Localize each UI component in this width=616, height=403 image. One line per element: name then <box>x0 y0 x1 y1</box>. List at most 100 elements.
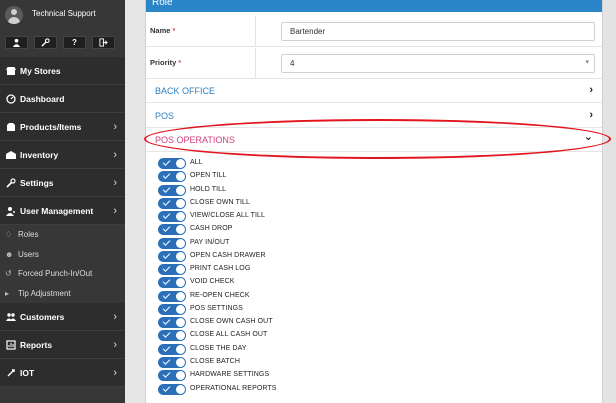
sidebar-item-label: Products/Items <box>20 121 82 132</box>
chevron-right-icon: › <box>589 109 593 121</box>
user-icon: ☻ <box>5 249 14 259</box>
tip-icon: ▸ <box>5 288 10 298</box>
sidebar-subitem-tip-adjustment[interactable]: ▸ Tip Adjustment <box>0 283 125 303</box>
sidebar-subitem-roles[interactable]: ♢ Roles <box>0 225 125 245</box>
section-pos[interactable]: POS › <box>146 104 602 128</box>
permission-toggle[interactable] <box>158 356 186 368</box>
sidebar-item-label: Customers <box>20 311 65 322</box>
permission-toggle[interactable] <box>158 383 186 395</box>
permission-item: OPEN CASH DRAWER <box>146 250 602 263</box>
field-divider <box>255 16 256 47</box>
sidebar-nav: My Stores Dashboard Products/Items › Inv… <box>0 57 125 387</box>
permission-item: CLOSE ALL CASH OUT <box>146 329 602 342</box>
permission-toggle[interactable] <box>158 277 186 289</box>
sidebar-subitem-label: Roles <box>18 230 39 240</box>
name-row: Name * Bartender <box>146 16 602 47</box>
permission-toggle[interactable] <box>158 224 186 236</box>
tools-button[interactable] <box>34 36 57 49</box>
permission-toggle[interactable] <box>158 158 186 169</box>
chevron-right-icon: › <box>113 149 117 161</box>
wrench-icon <box>41 38 50 47</box>
sidebar-subitem-users[interactable]: ☻ Users <box>0 244 125 264</box>
section-pos-operations[interactable]: POS OPERATIONS ⌄ <box>146 128 602 152</box>
permission-item: ALL <box>146 157 602 170</box>
permission-item: OPERATIONAL REPORTS <box>146 383 602 396</box>
sidebar-subitem-label: Forced Punch-In/Out <box>18 269 93 279</box>
user-button[interactable] <box>5 36 28 49</box>
section-label: POS OPERATIONS <box>155 135 235 145</box>
main-content: Role Name* Bartender Priority* 4 BACK OF… <box>125 0 616 403</box>
help-button[interactable]: ? <box>63 36 86 49</box>
permission-item: OPEN TILL <box>146 170 602 183</box>
scrollbar-track[interactable] <box>604 0 616 403</box>
name-input[interactable]: Bartender <box>281 22 595 41</box>
permission-toggle[interactable] <box>158 303 186 315</box>
avatar <box>5 6 23 24</box>
permission-label: OPEN CASH DRAWER <box>190 251 266 259</box>
permission-label: CLOSE OWN CASH OUT <box>190 318 273 326</box>
section-label: BACK OFFICE <box>155 86 216 96</box>
sidebar-item-user-management[interactable]: User Management › <box>0 197 125 225</box>
permission-label: OPERATIONAL REPORTS <box>190 384 277 392</box>
priority-label: Priority * <box>150 58 182 67</box>
clock-icon: ↺ <box>5 269 12 279</box>
permission-toggle[interactable] <box>158 264 186 276</box>
iot-icon <box>5 367 17 379</box>
permission-label: RE-OPEN CHECK <box>190 291 250 299</box>
permission-toggle[interactable] <box>158 370 186 382</box>
sidebar-item-products[interactable]: Products/Items › <box>0 113 125 141</box>
priority-select[interactable]: 4 <box>281 54 595 73</box>
sidebar-item-iot[interactable]: IOT › <box>0 359 125 387</box>
permission-toggle[interactable] <box>158 211 186 223</box>
sidebar-item-settings[interactable]: Settings › <box>0 169 125 197</box>
profile[interactable]: Technical Support <box>0 0 125 30</box>
sidebar-item-customers[interactable]: Customers › <box>0 303 125 331</box>
section-label: POS <box>155 111 175 121</box>
chevron-right-icon: › <box>113 205 117 217</box>
profile-name: Technical Support <box>32 9 96 18</box>
priority-row: Priority * 4 <box>146 48 602 79</box>
permission-toggle[interactable] <box>158 317 186 329</box>
sidebar-subitem-label: Users <box>18 249 39 259</box>
permission-toggle[interactable] <box>158 197 186 209</box>
chevron-right-icon: › <box>589 84 593 96</box>
chevron-right-icon: › <box>113 177 117 189</box>
permission-item: VOID CHECK <box>146 276 602 289</box>
role-panel: Role Name* Bartender Priority* 4 BACK OF… <box>145 0 603 403</box>
permission-toggle[interactable] <box>158 290 186 302</box>
permission-toggle[interactable] <box>158 171 186 183</box>
sidebar-item-label: Inventory <box>20 149 59 160</box>
permission-item: PAY IN/OUT <box>146 237 602 250</box>
permission-toggle[interactable] <box>158 250 186 262</box>
dashboard-icon <box>5 93 17 105</box>
chevron-right-icon: › <box>113 311 117 323</box>
chevron-down-icon: ⌄ <box>583 131 593 143</box>
permission-toggle[interactable] <box>158 343 186 355</box>
chevron-right-icon: › <box>113 339 117 351</box>
logout-button[interactable] <box>92 36 115 49</box>
permission-label: ALL <box>190 159 203 166</box>
quick-actions: ? <box>0 30 125 55</box>
sidebar-item-inventory[interactable]: Inventory › <box>0 141 125 169</box>
permission-toggle[interactable] <box>158 184 186 196</box>
permission-toggle[interactable] <box>158 330 186 342</box>
chevron-right-icon: › <box>113 121 117 133</box>
sidebar-item-dashboard[interactable]: Dashboard <box>0 85 125 113</box>
permission-label: CASH DROP <box>190 225 233 233</box>
permission-item: CLOSE BATCH <box>146 356 602 369</box>
section-back-office[interactable]: BACK OFFICE › <box>146 79 602 103</box>
sidebar-item-my-stores[interactable]: My Stores <box>0 57 125 85</box>
sidebar-item-reports[interactable]: Reports › <box>0 331 125 359</box>
sidebar-item-label: Dashboard <box>20 93 65 104</box>
products-icon <box>5 121 17 133</box>
sidebar: Technical Support ? My Stores Dashboard … <box>0 0 125 403</box>
users-icon <box>5 205 17 217</box>
permission-label: POS SETTINGS <box>190 304 243 312</box>
settings-icon <box>5 177 17 189</box>
logout-icon <box>99 38 108 47</box>
sidebar-subitem-forced-punch[interactable]: ↺ Forced Punch-In/Out <box>0 264 125 284</box>
permission-label: VIEW/CLOSE ALL TILL <box>190 212 266 220</box>
permission-item: POS SETTINGS <box>146 303 602 316</box>
permission-toggle[interactable] <box>158 237 186 249</box>
permission-label: CLOSE ALL CASH OUT <box>190 331 268 339</box>
